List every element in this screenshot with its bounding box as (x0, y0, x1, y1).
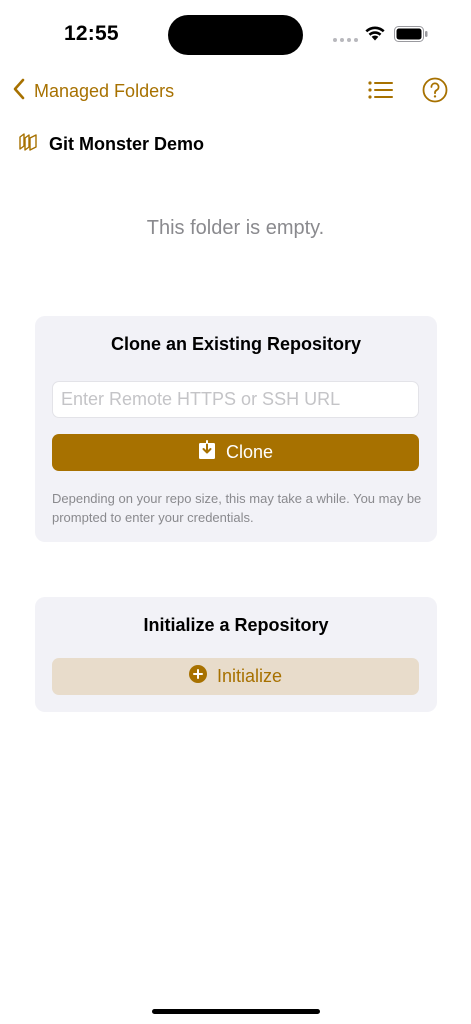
battery-icon (394, 26, 428, 47)
init-card-title: Initialize a Repository (143, 615, 329, 635)
folder-name: Git Monster Demo (49, 134, 205, 154)
question-mark-circle-icon[interactable] (422, 77, 448, 108)
folder-title: Git Monster Demo (18, 132, 204, 157)
chevron-left-icon (12, 78, 26, 105)
screen: 12:55 Managed Folders Git Monster Demo T… (0, 0, 471, 1024)
download-tray-icon (198, 440, 216, 465)
back-button[interactable]: Managed Folders (12, 78, 174, 105)
initialize-button-label: Initialize (216, 666, 283, 686)
remote-url-input[interactable] (52, 381, 419, 418)
home-indicator[interactable] (152, 1009, 320, 1014)
empty-folder-message: This folder is empty. (146, 217, 325, 239)
cellular-signal-icon (333, 38, 358, 42)
initialize-repository-card: Initialize a Repository Initialize (35, 597, 437, 712)
repository-icon (18, 132, 38, 157)
clone-note: Depending on your repo size, this may ta… (52, 491, 422, 525)
list-icon[interactable] (367, 78, 393, 107)
clone-repository-card: Clone an Existing Repository Clone Depen… (35, 316, 437, 542)
wifi-icon (364, 24, 386, 46)
clone-card-title: Clone an Existing Repository (110, 334, 362, 354)
clone-button[interactable]: Clone (52, 434, 419, 471)
dynamic-island (168, 15, 303, 55)
back-label: Managed Folders (34, 81, 175, 101)
clone-button-label: Clone (225, 442, 274, 462)
plus-circle-icon (188, 665, 207, 688)
status-time: 12:55 (64, 22, 119, 45)
initialize-button[interactable]: Initialize (52, 658, 419, 695)
